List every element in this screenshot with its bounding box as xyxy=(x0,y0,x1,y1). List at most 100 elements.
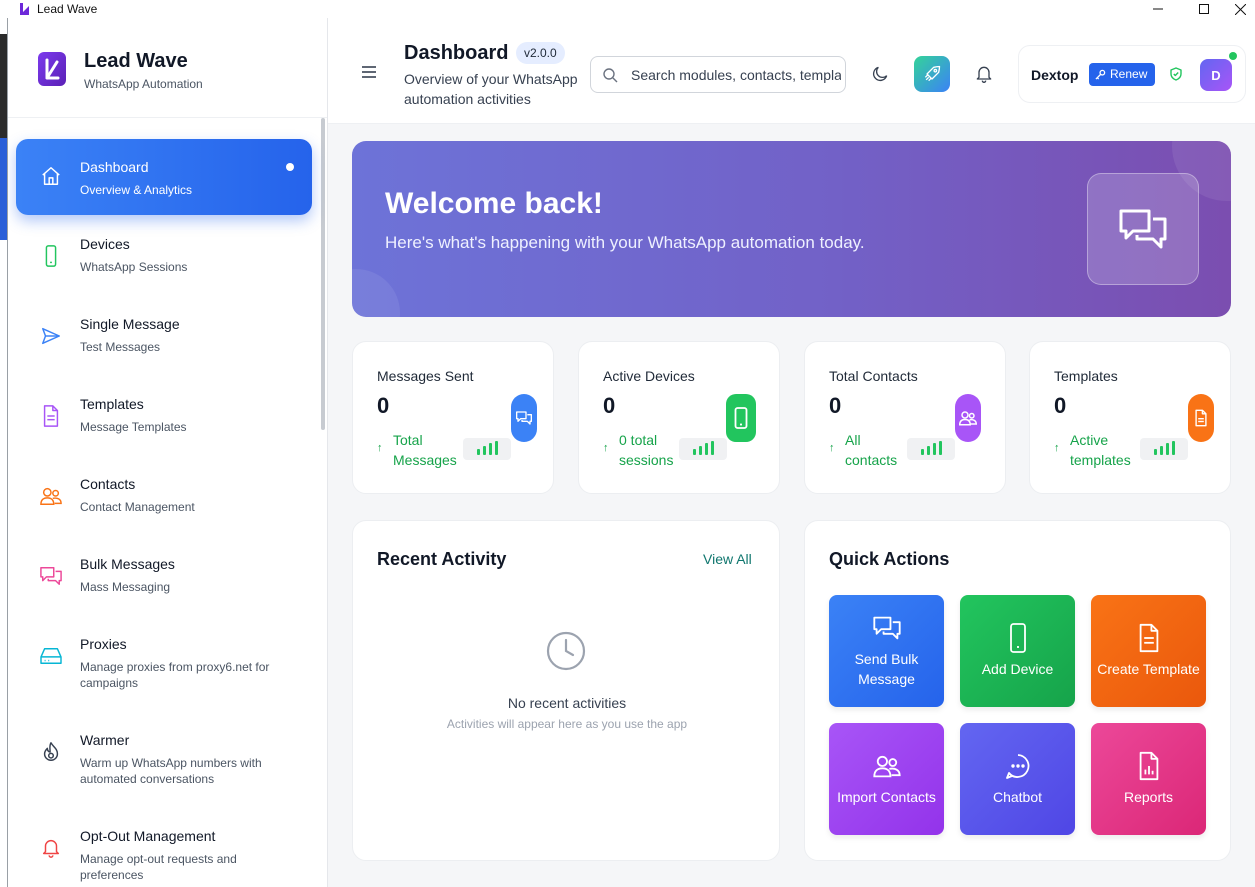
file-text-icon xyxy=(1188,394,1214,442)
sparkline-icon xyxy=(1140,438,1188,460)
sidebar-item-desc: WhatsApp Sessions xyxy=(80,260,188,274)
edge-segment xyxy=(0,138,7,240)
notifications-button[interactable] xyxy=(966,56,1002,92)
quick-launch-button[interactable] xyxy=(914,56,950,92)
file-text-icon xyxy=(1134,623,1164,653)
messages-icon xyxy=(1119,209,1167,249)
page-subtitle: Overview of your WhatsApp automation act… xyxy=(404,71,578,107)
home-icon xyxy=(38,163,64,189)
brand: Lead Wave WhatsApp Automation xyxy=(8,18,327,118)
stat-value: 0 xyxy=(377,393,390,418)
close-icon xyxy=(1234,3,1246,15)
sidebar-item-desc: Manage opt-out requests and preferences xyxy=(80,852,237,882)
sidebar-item-contacts[interactable]: Contacts Contact Management xyxy=(16,459,312,535)
send-bulk-message-button[interactable]: Send Bulk Message xyxy=(829,595,944,707)
action-label: Chatbot xyxy=(992,789,1043,805)
search-input[interactable] xyxy=(631,65,841,85)
users-icon xyxy=(955,394,981,442)
sidebar-item-templates[interactable]: Templates Message Templates xyxy=(16,379,312,455)
page-title: Dashboard xyxy=(404,42,509,64)
window-minimize-button[interactable] xyxy=(1135,0,1181,18)
report-icon xyxy=(1134,751,1164,781)
sidebar-item-desc: Contact Management xyxy=(80,500,195,514)
edge-segment xyxy=(0,34,7,138)
sidebar-item-label: Bulk Messages xyxy=(80,556,175,572)
arrow-up-icon: ↑ xyxy=(603,442,609,454)
sidebar-item-desc: Message Templates xyxy=(80,420,187,434)
stat-label: Templates xyxy=(1054,368,1118,384)
sparkline-icon xyxy=(463,438,511,460)
sidebar-item-devices[interactable]: Devices WhatsApp Sessions xyxy=(16,219,312,295)
sidebar-item-label: Warmer xyxy=(80,732,130,748)
stat-trend-text: Total Messages xyxy=(393,432,457,468)
sidebar-item-bulk-messages[interactable]: Bulk Messages Mass Messaging xyxy=(16,539,312,615)
window-close-button[interactable] xyxy=(1225,0,1255,18)
welcome-illustration xyxy=(1087,173,1199,285)
avatar[interactable]: D xyxy=(1200,59,1232,91)
action-label: Reports xyxy=(1123,789,1174,805)
key-icon xyxy=(1095,69,1106,80)
users-icon xyxy=(872,751,902,781)
window-titlebar: Lead Wave xyxy=(0,0,1255,18)
import-contacts-button[interactable]: Import Contacts xyxy=(829,723,944,835)
bell-icon xyxy=(976,66,992,83)
chatbot-button[interactable]: Chatbot xyxy=(960,723,1075,835)
renew-label: Renew xyxy=(1110,67,1148,81)
sidebar: Lead Wave WhatsApp Automation Dashboard … xyxy=(8,18,328,887)
stat-trend-text: Active templates xyxy=(1070,432,1131,468)
sidebar-item-opt-out-management[interactable]: Opt-Out Management Manage opt-out reques… xyxy=(16,811,312,887)
version-badge: v2.0.0 xyxy=(516,42,565,64)
search-icon xyxy=(603,68,618,83)
renew-button[interactable]: Renew xyxy=(1089,63,1156,86)
messages-icon xyxy=(38,563,64,589)
sidebar-item-label: Single Message xyxy=(80,316,180,332)
minimize-icon xyxy=(1153,8,1163,10)
sidebar-item-proxies[interactable]: Proxies Manage proxies from proxy6.net f… xyxy=(16,619,312,695)
brand-subtitle: WhatsApp Automation xyxy=(84,77,203,91)
add-device-button[interactable]: Add Device xyxy=(960,595,1075,707)
quick-actions-panel: Quick Actions Send Bulk Message Add Devi… xyxy=(804,520,1231,861)
sidebar-item-desc: Overview & Analytics xyxy=(80,183,193,197)
maximize-icon xyxy=(1199,4,1209,14)
stat-label: Active Devices xyxy=(603,368,695,384)
window-edge xyxy=(0,18,8,887)
sidebar-item-desc: Test Messages xyxy=(80,340,161,354)
recent-activity-panel: Recent Activity View All No recent activ… xyxy=(352,520,780,861)
arrow-up-icon: ↑ xyxy=(377,442,383,454)
search-box[interactable] xyxy=(590,56,846,93)
menu-toggle-icon[interactable] xyxy=(361,65,377,79)
action-label: Add Device xyxy=(981,661,1054,677)
action-label: Send Bulk Message xyxy=(854,651,919,687)
view-all-link[interactable]: View All xyxy=(703,551,752,567)
panel-title: Recent Activity xyxy=(377,549,507,569)
stat-trend: ↑ Total Messages xyxy=(377,430,467,470)
welcome-banner: Welcome back! Here's what's happening wi… xyxy=(352,141,1231,317)
action-label: Create Template xyxy=(1097,661,1200,677)
stat-trend-text: All contacts xyxy=(845,432,898,468)
sidebar-item-single-message[interactable]: Single Message Test Messages xyxy=(16,299,312,375)
sidebar-scrollbar[interactable] xyxy=(321,118,325,430)
send-icon xyxy=(38,323,64,349)
window-maximize-button[interactable] xyxy=(1181,0,1227,18)
file-text-icon xyxy=(38,403,64,429)
sidebar-item-desc: Mass Messaging xyxy=(80,580,171,594)
stat-trend: ↑ Active templates xyxy=(1054,430,1148,470)
window-title: Lead Wave xyxy=(37,2,98,16)
welcome-title: Welcome back! xyxy=(385,187,603,220)
theme-toggle-button[interactable] xyxy=(862,56,898,92)
sidebar-item-dashboard[interactable]: Dashboard Overview & Analytics xyxy=(16,139,312,215)
panel-title: Quick Actions xyxy=(829,549,950,569)
reports-button[interactable]: Reports xyxy=(1091,723,1206,835)
sidebar-item-warmer[interactable]: Warmer Warm up WhatsApp numbers with aut… xyxy=(16,715,312,791)
sidebar-item-desc: Manage proxies from proxy6.net for campa… xyxy=(80,660,270,690)
moon-icon xyxy=(872,66,888,82)
welcome-subtitle: Here's what's happening with your WhatsA… xyxy=(385,233,865,252)
bell-off-icon xyxy=(38,835,64,861)
flame-icon xyxy=(38,739,64,765)
empty-state-subtitle: Activities will appear here as you use t… xyxy=(446,717,688,731)
messages-icon xyxy=(872,613,902,643)
stat-card-templates: Templates 0 ↑ Active templates xyxy=(1029,341,1231,494)
create-template-button[interactable]: Create Template xyxy=(1091,595,1206,707)
sidebar-item-label: Proxies xyxy=(80,636,127,652)
stat-value: 0 xyxy=(603,393,616,418)
